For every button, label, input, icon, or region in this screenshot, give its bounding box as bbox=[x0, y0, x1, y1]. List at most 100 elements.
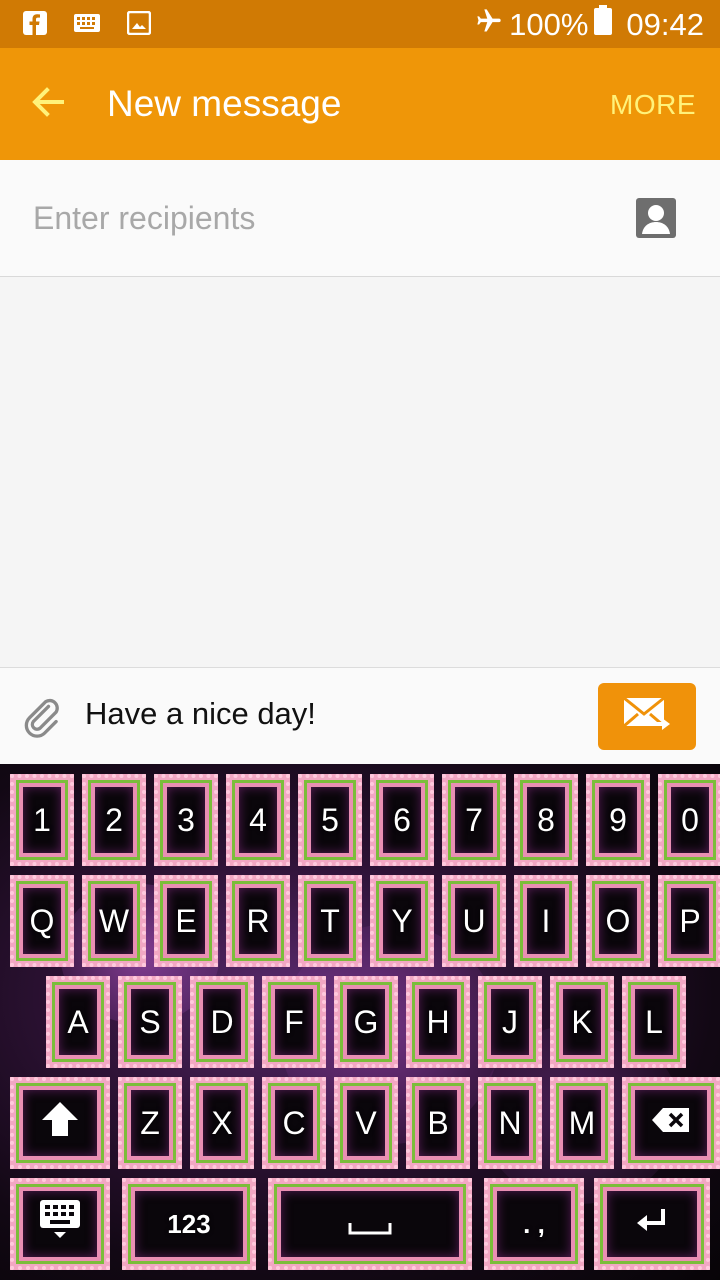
shift-key[interactable] bbox=[10, 1077, 110, 1169]
key-label: P bbox=[679, 902, 701, 939]
keyboard-switch-icon bbox=[38, 1198, 82, 1250]
key-label: W bbox=[98, 902, 130, 939]
key-5[interactable]: 5 bbox=[298, 774, 362, 866]
key-0[interactable]: 0 bbox=[658, 774, 720, 866]
key-g[interactable]: G bbox=[334, 976, 398, 1068]
key-b[interactable]: B bbox=[406, 1077, 470, 1169]
key-y[interactable]: Y bbox=[370, 875, 434, 967]
recipients-input[interactable] bbox=[33, 196, 593, 240]
facebook-icon bbox=[22, 10, 48, 36]
key-2[interactable]: 2 bbox=[82, 774, 146, 866]
key-j[interactable]: J bbox=[478, 976, 542, 1068]
key-i[interactable]: I bbox=[514, 875, 578, 967]
key-label: 9 bbox=[609, 801, 627, 838]
key-u[interactable]: U bbox=[442, 875, 506, 967]
send-button[interactable] bbox=[598, 683, 696, 750]
key-q[interactable]: Q bbox=[10, 875, 74, 967]
recipients-bar bbox=[0, 160, 720, 277]
key-label: L bbox=[645, 1003, 663, 1040]
key-t[interactable]: T bbox=[298, 875, 362, 967]
shift-icon bbox=[40, 1100, 80, 1146]
key-label: N bbox=[498, 1104, 522, 1141]
image-icon bbox=[126, 10, 152, 36]
key-v[interactable]: V bbox=[334, 1077, 398, 1169]
key-label: J bbox=[502, 1003, 518, 1040]
key-1[interactable]: 1 bbox=[10, 774, 74, 866]
key-label: S bbox=[139, 1003, 161, 1040]
more-button[interactable]: MORE bbox=[610, 88, 696, 122]
keyboard-icon bbox=[74, 10, 100, 36]
numbers-key-label: 123 bbox=[167, 1208, 211, 1239]
keyboard-switch-key[interactable] bbox=[10, 1178, 110, 1270]
key-9[interactable]: 9 bbox=[586, 774, 650, 866]
key-s[interactable]: S bbox=[118, 976, 182, 1068]
key-w[interactable]: W bbox=[82, 875, 146, 967]
key-label: H bbox=[426, 1003, 450, 1040]
space-bar-icon bbox=[348, 1206, 392, 1243]
key-6[interactable]: 6 bbox=[370, 774, 434, 866]
key-label: C bbox=[282, 1104, 306, 1141]
key-x[interactable]: X bbox=[190, 1077, 254, 1169]
contact-icon[interactable] bbox=[636, 198, 676, 243]
message-input[interactable]: Have a nice day! bbox=[85, 694, 316, 734]
key-n[interactable]: N bbox=[478, 1077, 542, 1169]
enter-key[interactable] bbox=[594, 1178, 710, 1270]
key-label: B bbox=[427, 1104, 449, 1141]
battery-icon bbox=[594, 5, 613, 44]
key-d[interactable]: D bbox=[190, 976, 254, 1068]
key-label: 2 bbox=[105, 801, 123, 838]
key-label: 7 bbox=[465, 801, 483, 838]
key-p[interactable]: P bbox=[658, 875, 720, 967]
clock: 09:42 bbox=[626, 6, 704, 42]
enter-icon bbox=[635, 1206, 669, 1243]
app-bar: New message MORE bbox=[0, 48, 720, 160]
key-label: Q bbox=[29, 902, 55, 939]
key-3[interactable]: 3 bbox=[154, 774, 218, 866]
numbers-key[interactable]: 123 bbox=[122, 1178, 256, 1270]
key-a[interactable]: A bbox=[46, 976, 110, 1068]
key-label: Y bbox=[391, 902, 413, 939]
punctuation-key-label: . , bbox=[523, 1208, 545, 1239]
punctuation-key[interactable]: . , bbox=[484, 1178, 584, 1270]
key-c[interactable]: C bbox=[262, 1077, 326, 1169]
key-4[interactable]: 4 bbox=[226, 774, 290, 866]
key-label: A bbox=[67, 1003, 89, 1040]
key-f[interactable]: F bbox=[262, 976, 326, 1068]
status-bar: 100% 09:42 bbox=[0, 0, 720, 48]
key-o[interactable]: O bbox=[586, 875, 650, 967]
key-label: 3 bbox=[177, 801, 195, 838]
key-label: O bbox=[605, 902, 631, 939]
key-7[interactable]: 7 bbox=[442, 774, 506, 866]
key-label: V bbox=[355, 1104, 377, 1141]
backspace-key[interactable] bbox=[622, 1077, 720, 1169]
key-8[interactable]: 8 bbox=[514, 774, 578, 866]
key-label: E bbox=[175, 902, 197, 939]
key-label: 4 bbox=[249, 801, 267, 838]
key-r[interactable]: R bbox=[226, 875, 290, 967]
key-h[interactable]: H bbox=[406, 976, 470, 1068]
key-label: T bbox=[320, 902, 340, 939]
key-label: 6 bbox=[393, 801, 411, 838]
key-label: 1 bbox=[33, 801, 51, 838]
key-label: 5 bbox=[321, 801, 339, 838]
backspace-icon bbox=[651, 1105, 691, 1142]
key-z[interactable]: Z bbox=[118, 1077, 182, 1169]
key-label: D bbox=[210, 1003, 234, 1040]
paperclip-icon[interactable] bbox=[22, 696, 66, 740]
key-label: M bbox=[568, 1104, 596, 1141]
key-e[interactable]: E bbox=[154, 875, 218, 967]
key-label: Z bbox=[140, 1104, 160, 1141]
key-label: K bbox=[571, 1003, 593, 1040]
key-l[interactable]: L bbox=[622, 976, 686, 1068]
keyboard: 1234567890 QWERTYUIOP ASDFGHJKL ZXCVBNM … bbox=[0, 764, 720, 1280]
key-label: G bbox=[353, 1003, 379, 1040]
page-title: New message bbox=[107, 83, 342, 124]
back-arrow-icon[interactable] bbox=[28, 82, 72, 126]
space-key[interactable] bbox=[268, 1178, 472, 1270]
key-label: U bbox=[462, 902, 486, 939]
key-label: X bbox=[211, 1104, 233, 1141]
key-label: F bbox=[284, 1003, 304, 1040]
message-thread-area bbox=[0, 277, 720, 667]
key-m[interactable]: M bbox=[550, 1077, 614, 1169]
key-k[interactable]: K bbox=[550, 976, 614, 1068]
